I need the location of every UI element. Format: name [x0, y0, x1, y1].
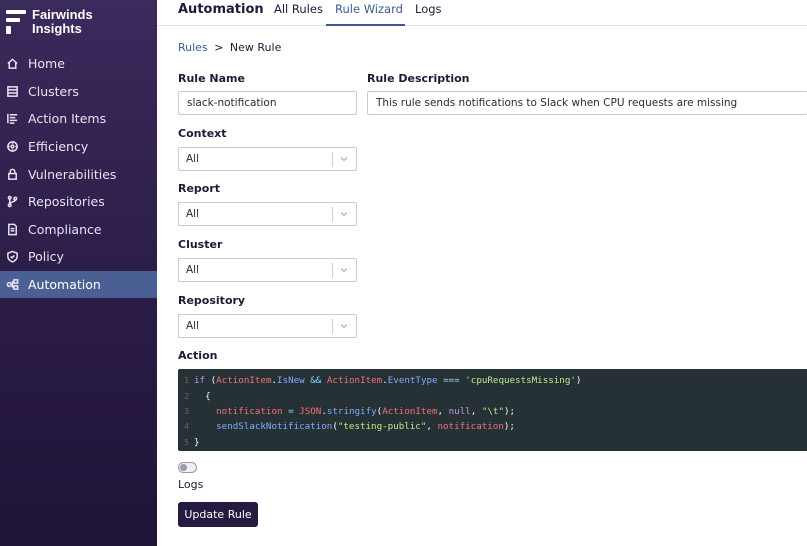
sidebar-item-label: Efficiency	[28, 139, 89, 155]
rule-description-label: Rule Description	[367, 72, 470, 85]
chevron-down-icon	[340, 212, 348, 217]
sidebar-item-automation[interactable]: Automation	[0, 270, 157, 299]
select-separator	[332, 152, 333, 167]
sidebar-item-home[interactable]: Home	[0, 50, 157, 78]
logs-toggle-label: Logs	[178, 478, 204, 491]
breadcrumb-rules-link[interactable]: Rules	[178, 41, 208, 54]
breadcrumb-current: New Rule	[229, 41, 282, 54]
sidebar-item-compliance[interactable]: Compliance	[0, 216, 157, 244]
cluster-value: All	[186, 264, 200, 276]
page-title: Automation	[178, 2, 264, 17]
code-line: 5 }	[178, 435, 807, 450]
code-line: 3 notification = JSON.stringify(ActionIt…	[178, 404, 807, 419]
code-text: sendSlackNotification("testing-public", …	[216, 421, 515, 433]
select-separator	[332, 263, 333, 278]
rule-name-label: Rule Name	[178, 72, 245, 85]
top-bar: Automation All Rules Rule Wizard Logs	[157, 0, 807, 26]
line-number: 5	[184, 437, 189, 447]
sidebar-item-efficiency[interactable]: Efficiency	[0, 133, 157, 161]
efficiency-icon	[5, 140, 19, 154]
sidebar-item-label: Home	[28, 56, 65, 72]
tab-all-rules[interactable]: All Rules	[274, 2, 323, 16]
rule-name-input[interactable]: slack-notification	[178, 91, 357, 115]
repository-label: Repository	[178, 294, 246, 307]
sidebar-item-action-items[interactable]: Action Items	[0, 105, 157, 133]
action-label: Action	[178, 349, 218, 362]
fairwinds-logo[interactable]: Fairwinds Insights	[6, 8, 93, 36]
sidebar-item-clusters[interactable]: Clusters	[0, 78, 157, 106]
sidebar-item-label: Compliance	[28, 221, 102, 237]
sidebar-item-vulnerabilities[interactable]: Vulnerabilities	[0, 160, 157, 188]
sidebar-item-label: Action Items	[28, 111, 107, 127]
rule-description-input[interactable]: This rule sends notifications to Slack w…	[367, 91, 807, 115]
rule-description-value: This rule sends notifications to Slack w…	[376, 97, 738, 109]
tab-logs[interactable]: Logs	[415, 2, 442, 16]
clusters-icon	[5, 84, 19, 98]
repository-value: All	[186, 320, 200, 332]
lock-icon	[5, 167, 19, 181]
cluster-select[interactable]: All	[178, 258, 357, 282]
sidebar-nav: Home Clusters Action Items Efficiency Vu…	[0, 50, 157, 299]
sidebar-item-label: Clusters	[28, 83, 79, 99]
sidebar-item-repositories[interactable]: Repositories	[0, 188, 157, 216]
sidebar-item-policy[interactable]: Policy	[0, 243, 157, 271]
shield-icon	[5, 250, 19, 264]
select-separator	[332, 207, 333, 222]
select-separator	[332, 319, 333, 334]
context-value: All	[186, 153, 200, 165]
tab-rule-wizard[interactable]: Rule Wizard	[335, 2, 403, 16]
update-rule-button[interactable]: Update Rule	[178, 502, 258, 527]
report-label: Report	[178, 182, 221, 195]
code-text: if (ActionItem.IsNew && ActionItem.Event…	[194, 375, 582, 387]
logo-mark-icon	[6, 10, 26, 36]
logs-toggle[interactable]	[178, 462, 197, 473]
code-line: 1 if (ActionItem.IsNew && ActionItem.Eve…	[178, 373, 807, 388]
active-tab-indicator	[326, 24, 405, 26]
automation-icon	[5, 278, 19, 292]
line-number: 4	[184, 422, 189, 432]
breadcrumb: Rules > New Rule	[178, 41, 281, 54]
line-number: 1	[184, 376, 189, 386]
cluster-label: Cluster	[178, 238, 223, 251]
chevron-down-icon	[340, 268, 348, 273]
sidebar-item-label: Automation	[28, 277, 101, 293]
logo-text-line2: Insights	[32, 21, 82, 36]
rule-name-value: slack-notification	[187, 97, 277, 109]
line-number: 2	[184, 391, 189, 401]
code-line: 4 sendSlackNotification("testing-public"…	[178, 419, 807, 434]
code-text: {	[205, 390, 211, 402]
toggle-knob	[180, 464, 187, 471]
sidebar-item-label: Vulnerabilities	[28, 166, 117, 182]
chevron-down-icon	[340, 157, 348, 162]
action-code-editor[interactable]: 1 if (ActionItem.IsNew && ActionItem.Eve…	[178, 369, 807, 451]
repository-select[interactable]: All	[178, 314, 357, 338]
document-icon	[5, 222, 19, 236]
chevron-down-icon	[340, 324, 348, 329]
code-text: notification = JSON.stringify(ActionItem…	[216, 405, 516, 417]
context-select[interactable]: All	[178, 147, 357, 171]
logo-text-line1: Fairwinds	[32, 7, 93, 22]
sidebar: Fairwinds Insights Home Clusters Action …	[0, 0, 157, 546]
breadcrumb-separator: >	[214, 41, 224, 54]
git-branch-icon	[5, 195, 19, 209]
code-text: }	[194, 436, 200, 448]
context-label: Context	[178, 127, 227, 140]
home-icon	[5, 57, 19, 71]
code-line: 2 {	[178, 388, 807, 403]
report-select[interactable]: All	[178, 202, 357, 226]
report-value: All	[186, 208, 200, 220]
action-items-icon	[5, 112, 19, 126]
sidebar-item-label: Repositories	[28, 194, 105, 210]
line-number: 3	[184, 406, 189, 416]
sidebar-item-label: Policy	[28, 249, 64, 265]
